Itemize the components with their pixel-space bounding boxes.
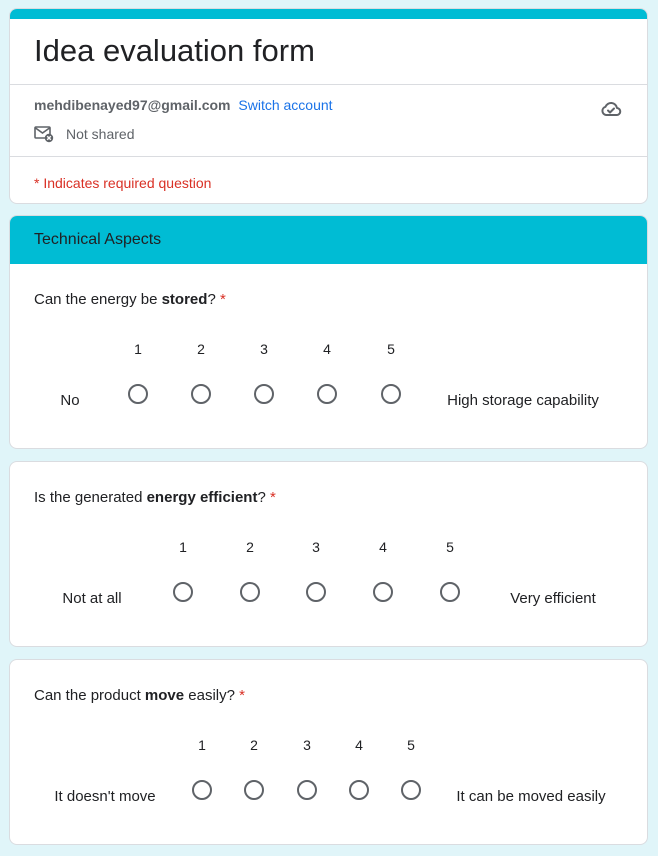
scale-radio-5[interactable] bbox=[381, 384, 401, 404]
scale-number: 1 bbox=[134, 341, 142, 357]
not-shared-label: Not shared bbox=[66, 126, 135, 142]
required-asterisk: * bbox=[269, 489, 276, 506]
scale-number: 3 bbox=[260, 341, 268, 357]
scale-number: 2 bbox=[250, 737, 258, 753]
scale-radio-1[interactable] bbox=[128, 384, 148, 404]
question-text: Can the product move easily? * bbox=[34, 687, 245, 704]
scale-number: 1 bbox=[198, 737, 206, 753]
header-accent-bar bbox=[10, 9, 647, 19]
scale-number: 5 bbox=[387, 341, 395, 357]
scale-number: 5 bbox=[446, 539, 454, 555]
question-text-part: ? bbox=[257, 489, 266, 506]
scale-number: 2 bbox=[197, 341, 205, 357]
scale-radio-3[interactable] bbox=[254, 384, 274, 404]
question-card-efficient: Is the generated energy efficient? * Not… bbox=[9, 461, 648, 647]
scale-radio-4[interactable] bbox=[349, 780, 369, 800]
account-row: mehdibenayed97@gmail.com Switch account bbox=[34, 97, 333, 113]
scale-min-label: Not at all bbox=[62, 590, 122, 607]
scale-radio-2[interactable] bbox=[240, 582, 260, 602]
mail-not-shared-icon bbox=[34, 126, 54, 143]
scale-number: 5 bbox=[407, 737, 415, 753]
question-text: Can the energy be stored? * bbox=[34, 291, 226, 308]
scale-radio-2[interactable] bbox=[191, 384, 211, 404]
scale-number: 3 bbox=[312, 539, 320, 555]
question-text-bold: move bbox=[144, 687, 185, 704]
required-asterisk: * bbox=[239, 687, 245, 704]
question-text: Is the generated energy efficient? * bbox=[34, 489, 276, 506]
question-text-bold: energy efficient bbox=[146, 489, 258, 506]
header-divider-2 bbox=[10, 156, 647, 157]
scale-max-label: High storage capability bbox=[447, 392, 599, 409]
scale-number: 2 bbox=[246, 539, 254, 555]
scale-radio-1[interactable] bbox=[192, 780, 212, 800]
scale-max-label: It can be moved easily bbox=[456, 788, 606, 805]
scale-max-label: Very efficient bbox=[510, 590, 596, 607]
account-email: mehdibenayed97@gmail.com bbox=[34, 97, 231, 113]
form-title: Idea evaluation form bbox=[34, 33, 315, 68]
scale-min-label: No bbox=[60, 392, 80, 409]
scale-number: 1 bbox=[179, 539, 187, 555]
scale-radio-4[interactable] bbox=[317, 384, 337, 404]
scale-radio-2[interactable] bbox=[244, 780, 264, 800]
scale-number: 4 bbox=[323, 341, 331, 357]
form-header-card: Idea evaluation form mehdibenayed97@gmai… bbox=[9, 8, 648, 204]
question-card-stored: Technical Aspects Can the energy be stor… bbox=[9, 215, 648, 449]
section-title: Technical Aspects bbox=[34, 231, 162, 248]
header-divider bbox=[10, 84, 647, 85]
switch-account-link[interactable]: Switch account bbox=[238, 97, 332, 113]
required-note: * Indicates required question bbox=[34, 175, 212, 191]
question-text-part: Can the product bbox=[34, 687, 145, 704]
scale-radio-1[interactable] bbox=[173, 582, 193, 602]
question-card-move: Can the product move easily? * It doesn'… bbox=[9, 659, 648, 845]
cloud-check-icon[interactable] bbox=[599, 97, 623, 121]
scale-number: 4 bbox=[379, 539, 387, 555]
scale-radio-5[interactable] bbox=[440, 582, 460, 602]
scale-radio-3[interactable] bbox=[297, 780, 317, 800]
scale-number: 3 bbox=[303, 737, 311, 753]
section-header: Technical Aspects bbox=[10, 216, 647, 264]
question-text-bold: stored bbox=[161, 291, 208, 308]
question-text-part: ? bbox=[207, 291, 216, 308]
sharing-status: Not shared bbox=[34, 125, 134, 143]
scale-number: 4 bbox=[355, 737, 363, 753]
question-text-part: Can the energy be bbox=[34, 291, 162, 308]
scale-radio-3[interactable] bbox=[306, 582, 326, 602]
scale-radio-4[interactable] bbox=[373, 582, 393, 602]
question-text-part: easily? bbox=[184, 687, 235, 704]
scale-min-label: It doesn't move bbox=[54, 788, 156, 805]
scale-radio-5[interactable] bbox=[401, 780, 421, 800]
required-asterisk: * bbox=[219, 291, 226, 308]
question-text-part: Is the generated bbox=[34, 489, 147, 506]
